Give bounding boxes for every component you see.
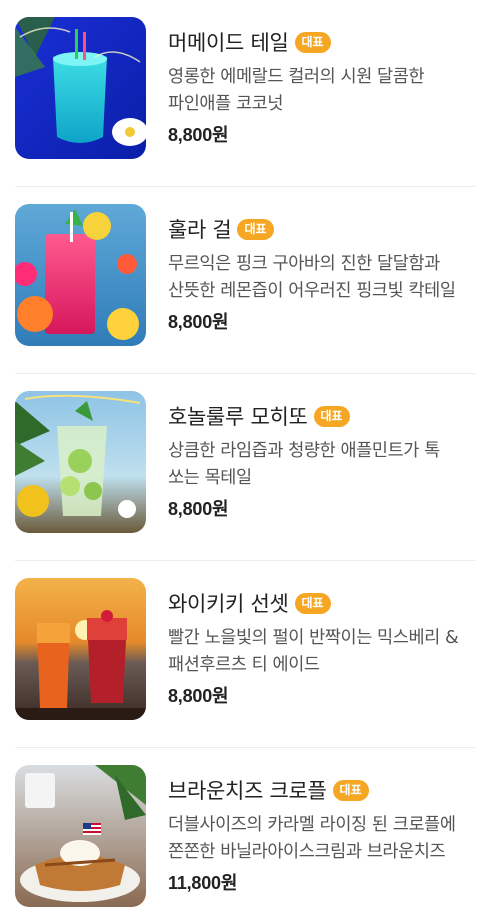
mojito-photo [15, 391, 146, 533]
menu-item-name: 훌라 걸 [168, 218, 232, 242]
menu-item-mermaid-tail[interactable]: 머메이드 테일 대표 영롱한 에메랄드 컬러의 시원 달콤한 파인애플 코코넛 … [15, 0, 475, 187]
menu-item-info: 브라운치즈 크로플 대표 더블사이즈의 카라멜 라이징 된 크로플에 쫀쫀한 바… [168, 776, 475, 895]
menu-item-description: 빨간 노을빛의 펄이 반짝이는 믹스베리 & 패션후르츠 티 에이드 [168, 628, 459, 675]
menu-item-name: 머메이드 테일 [168, 31, 289, 55]
menu-item-info: 훌라 걸 대표 무르익은 핑크 구아바의 진한 달달함과 산뜻한 레몬즙이 어우… [168, 215, 475, 334]
menu-item-info: 머메이드 테일 대표 영롱한 에메랄드 컬러의 시원 달콤한 파인애플 코코넛 … [168, 28, 475, 147]
menu-item-description: 더블사이즈의 카라멜 라이징 된 크로플에 쫀쫀한 바닐라아이스크림과 브라운치… [168, 815, 456, 862]
croffle-photo [15, 765, 146, 907]
blue-cocktail-photo [15, 17, 146, 159]
menu-item-waikiki-sunset[interactable]: 와이키키 선셋 대표 빨간 노을빛의 펄이 반짝이는 믹스베리 & 패션후르츠 … [15, 561, 475, 748]
menu-item-description: 상큼한 라임즙과 청량한 애플민트가 톡 쏘는 목테일 [168, 441, 440, 488]
menu-item-price: 8,800원 [168, 686, 229, 706]
signature-badge: 대표 [237, 218, 274, 240]
menu-item-info: 와이키키 선셋 대표 빨간 노을빛의 펄이 반짝이는 믹스베리 & 패션후르츠 … [168, 589, 475, 708]
menu-item-name: 와이키키 선셋 [168, 592, 289, 616]
sunset-drinks-photo [15, 578, 146, 720]
menu-item-info: 호놀룰루 모히또 대표 상큼한 라임즙과 청량한 애플민트가 톡 쏘는 목테일 … [168, 402, 475, 521]
menu-item-brown-cheese-croffle[interactable]: 브라운치즈 크로플 대표 더블사이즈의 카라멜 라이징 된 크로플에 쫀쫀한 바… [15, 748, 475, 916]
menu-item-description: 무르익은 핑크 구아바의 진한 달달함과 산뜻한 레몬즙이 어우러진 핑크빛 칵… [168, 254, 456, 301]
menu-item-price: 8,800원 [168, 125, 229, 145]
menu-item-price: 8,800원 [168, 312, 229, 332]
menu-item-name: 브라운치즈 크로플 [168, 779, 327, 803]
menu-item-hula-girl[interactable]: 훌라 걸 대표 무르익은 핑크 구아바의 진한 달달함과 산뜻한 레몬즙이 어우… [15, 187, 475, 374]
pink-cocktail-photo [15, 204, 146, 346]
signature-badge: 대표 [294, 31, 331, 53]
menu-item-price: 8,800원 [168, 499, 229, 519]
menu-item-price: 11,800원 [168, 873, 238, 893]
signature-badge: 대표 [294, 592, 331, 614]
signature-badge: 대표 [313, 405, 350, 427]
signature-badge: 대표 [332, 779, 369, 801]
menu-item-name: 호놀룰루 모히또 [168, 405, 308, 429]
menu-item-description: 영롱한 에메랄드 컬러의 시원 달콤한 파인애플 코코넛 [168, 67, 425, 114]
menu-item-honolulu-mojito[interactable]: 호놀룰루 모히또 대표 상큼한 라임즙과 청량한 애플민트가 톡 쏘는 목테일 … [15, 374, 475, 561]
menu-list: 머메이드 테일 대표 영롱한 에메랄드 컬러의 시원 달콤한 파인애플 코코넛 … [0, 0, 487, 916]
